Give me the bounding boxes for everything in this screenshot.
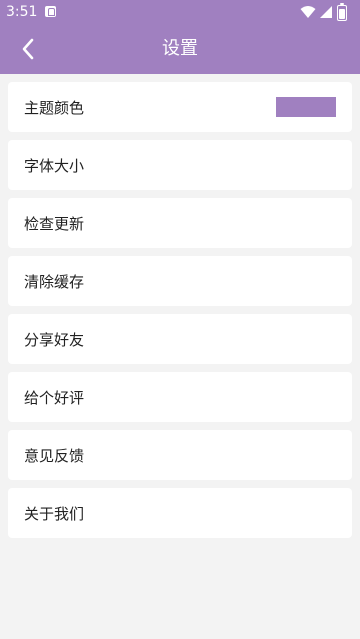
settings-item-about[interactable]: 关于我们 xyxy=(8,488,352,538)
settings-item-clear-cache[interactable]: 清除缓存 xyxy=(8,256,352,306)
page-title: 设置 xyxy=(162,38,198,59)
status-bar: 3:51 xyxy=(0,0,360,24)
wifi-icon xyxy=(300,6,316,18)
status-icons xyxy=(300,3,354,21)
settings-item-label: 检查更新 xyxy=(24,214,85,233)
settings-item-label: 字体大小 xyxy=(24,156,85,175)
app-notification-icon xyxy=(45,6,56,17)
settings-item-font-size[interactable]: 字体大小 xyxy=(8,140,352,190)
settings-item-label: 分享好友 xyxy=(24,330,85,349)
settings-item-label: 关于我们 xyxy=(24,504,85,523)
status-time: 3:51 xyxy=(6,4,38,20)
settings-item-label: 给个好评 xyxy=(24,388,85,407)
settings-item-label: 意见反馈 xyxy=(24,446,85,465)
battery-icon xyxy=(337,3,347,21)
settings-item-share[interactable]: 分享好友 xyxy=(8,314,352,364)
settings-list: 主题颜色 字体大小 检查更新 清除缓存 分享好友 给个好评 意见反馈 关于我们 xyxy=(8,82,352,546)
settings-item-check-update[interactable]: 检查更新 xyxy=(8,198,352,248)
theme-color-swatch[interactable] xyxy=(276,97,336,117)
settings-item-rate[interactable]: 给个好评 xyxy=(8,372,352,422)
settings-item-theme-color[interactable]: 主题颜色 xyxy=(8,82,352,132)
app-bar: 设置 xyxy=(0,24,360,74)
settings-item-label: 清除缓存 xyxy=(24,272,85,291)
settings-item-label: 主题颜色 xyxy=(24,98,85,117)
signal-icon xyxy=(320,6,332,18)
settings-item-feedback[interactable]: 意见反馈 xyxy=(8,430,352,480)
